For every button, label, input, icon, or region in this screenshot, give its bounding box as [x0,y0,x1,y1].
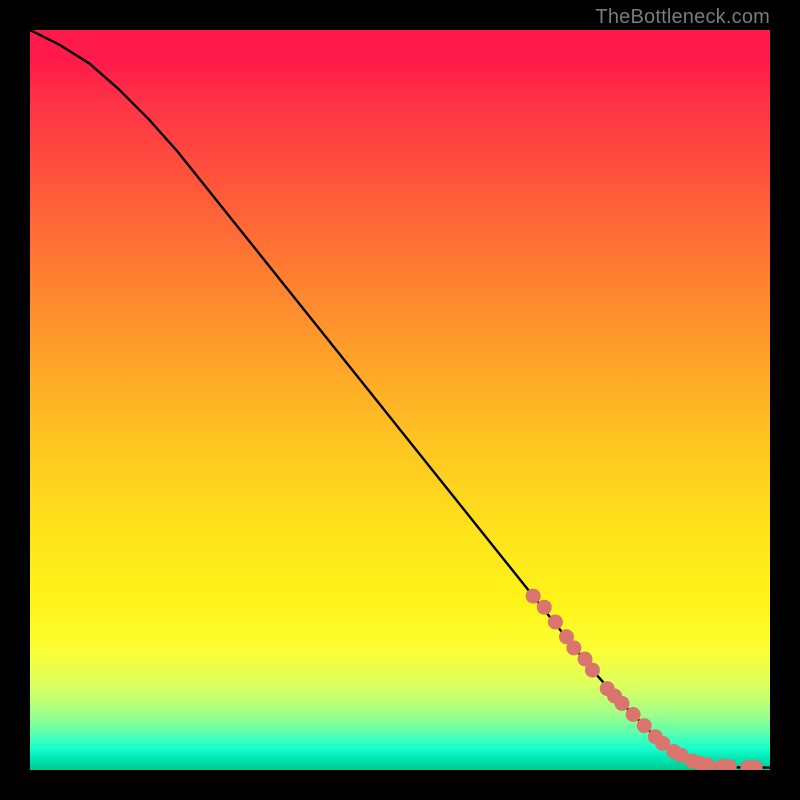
data-marker [637,718,652,733]
chart-svg-layer [30,30,770,770]
data-marker [585,663,600,678]
data-marker [626,707,641,722]
watermark-text: TheBottleneck.com [595,6,770,29]
data-markers-group [526,589,763,770]
data-marker [537,600,552,615]
data-marker [526,589,541,604]
bottleneck-curve [30,30,770,768]
chart-frame: TheBottleneck.com [0,0,800,800]
data-marker [566,640,581,655]
plot-area [30,30,770,770]
data-marker [548,615,563,630]
data-marker [615,696,630,711]
